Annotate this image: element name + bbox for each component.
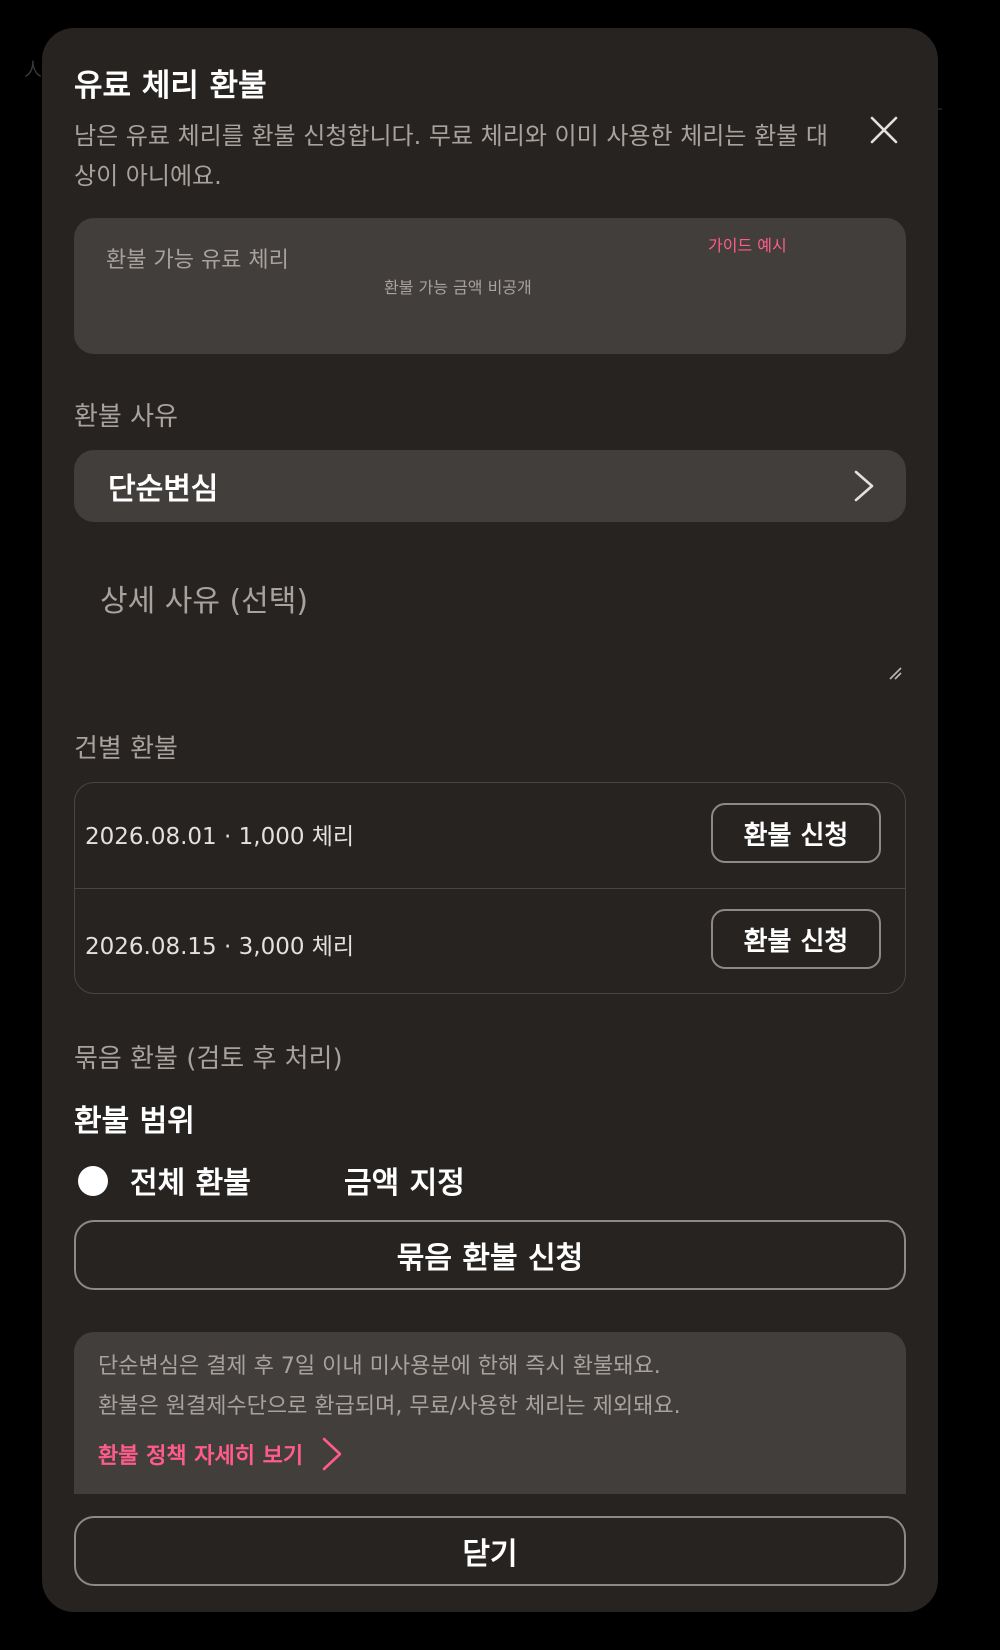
refund-reason-select[interactable]: 단순변심 — [74, 450, 906, 522]
close-modal-button[interactable]: 닫기 — [74, 1516, 906, 1586]
individual-refund-table: 2026.08.01 · 1,000 체리 환불 신청 2026.08.15 ·… — [74, 782, 906, 994]
refund-notice-box: 단순변심은 결제 후 7일 이내 미사용분에 한해 즉시 환불돼요. 환불은 원… — [74, 1332, 906, 1494]
refund-row-text: 2026.08.01 · 1,000 체리 — [85, 824, 355, 850]
refund-row-text: 2026.08.15 · 3,000 체리 — [85, 934, 355, 960]
background-partial-text: 人 — [24, 60, 42, 81]
table-row: 2026.08.15 · 3,000 체리 환불 신청 — [75, 888, 905, 994]
bundle-refund-label: 묶음 환불 (검토 후 처리) — [74, 1044, 343, 1074]
refundable-amount-text: 환불 가능 금액 비공개 — [384, 278, 532, 297]
bundle-refund-submit-button[interactable]: 묶음 환불 신청 — [74, 1220, 906, 1290]
refundable-cherry-label: 환불 가능 유료 체리 — [106, 248, 289, 273]
individual-refund-label: 건별 환불 — [74, 734, 178, 764]
close-button[interactable] — [860, 106, 908, 154]
table-row: 2026.08.01 · 1,000 체리 환불 신청 — [75, 783, 905, 888]
full-refund-option[interactable]: 전체 환불 — [130, 1158, 251, 1202]
custom-amount-option[interactable]: 금액 지정 — [344, 1158, 465, 1202]
guide-example-label: 가이드 예시 — [708, 236, 787, 255]
notice-line: 단순변심은 결제 후 7일 이내 미사용분에 한해 즉시 환불돼요. — [98, 1354, 661, 1379]
refund-reason-label: 환불 사유 — [74, 402, 178, 432]
modal-description: 남은 유료 체리를 환불 신청합니다. 무료 체리와 이미 사용한 체리는 환불… — [74, 122, 828, 190]
refund-scope-heading: 환불 범위 — [74, 1104, 195, 1139]
refund-modal: 유료 체리 환불 남은 유료 체리를 환불 신청합니다. 무료 체리와 이미 사… — [42, 28, 938, 1612]
refund-reason-value: 단순변심 — [108, 472, 219, 507]
detail-reason-placeholder: 상세 사유 (선택) — [100, 584, 309, 619]
notice-line: 환불은 원결제수단으로 환급되며, 무료/사용한 체리는 제외돼요. — [98, 1394, 681, 1419]
resize-handle-icon[interactable] — [888, 666, 902, 680]
chevron-right-icon — [322, 1437, 342, 1471]
refund-request-button[interactable]: 환불 신청 — [711, 909, 881, 969]
refund-policy-link[interactable]: 환불 정책 자세히 보기 — [98, 1436, 343, 1472]
chevron-right-icon — [854, 470, 874, 502]
modal-title: 유료 체리 환불 — [74, 68, 267, 104]
refund-request-button[interactable]: 환불 신청 — [711, 803, 881, 863]
close-icon — [870, 116, 898, 144]
refundable-cherry-card: 환불 가능 유료 체리 환불 가능 금액 비공개 가이드 예시 — [74, 218, 906, 354]
radio-full-refund[interactable] — [78, 1166, 108, 1196]
refund-policy-link-label: 환불 정책 자세히 보기 — [98, 1444, 304, 1469]
